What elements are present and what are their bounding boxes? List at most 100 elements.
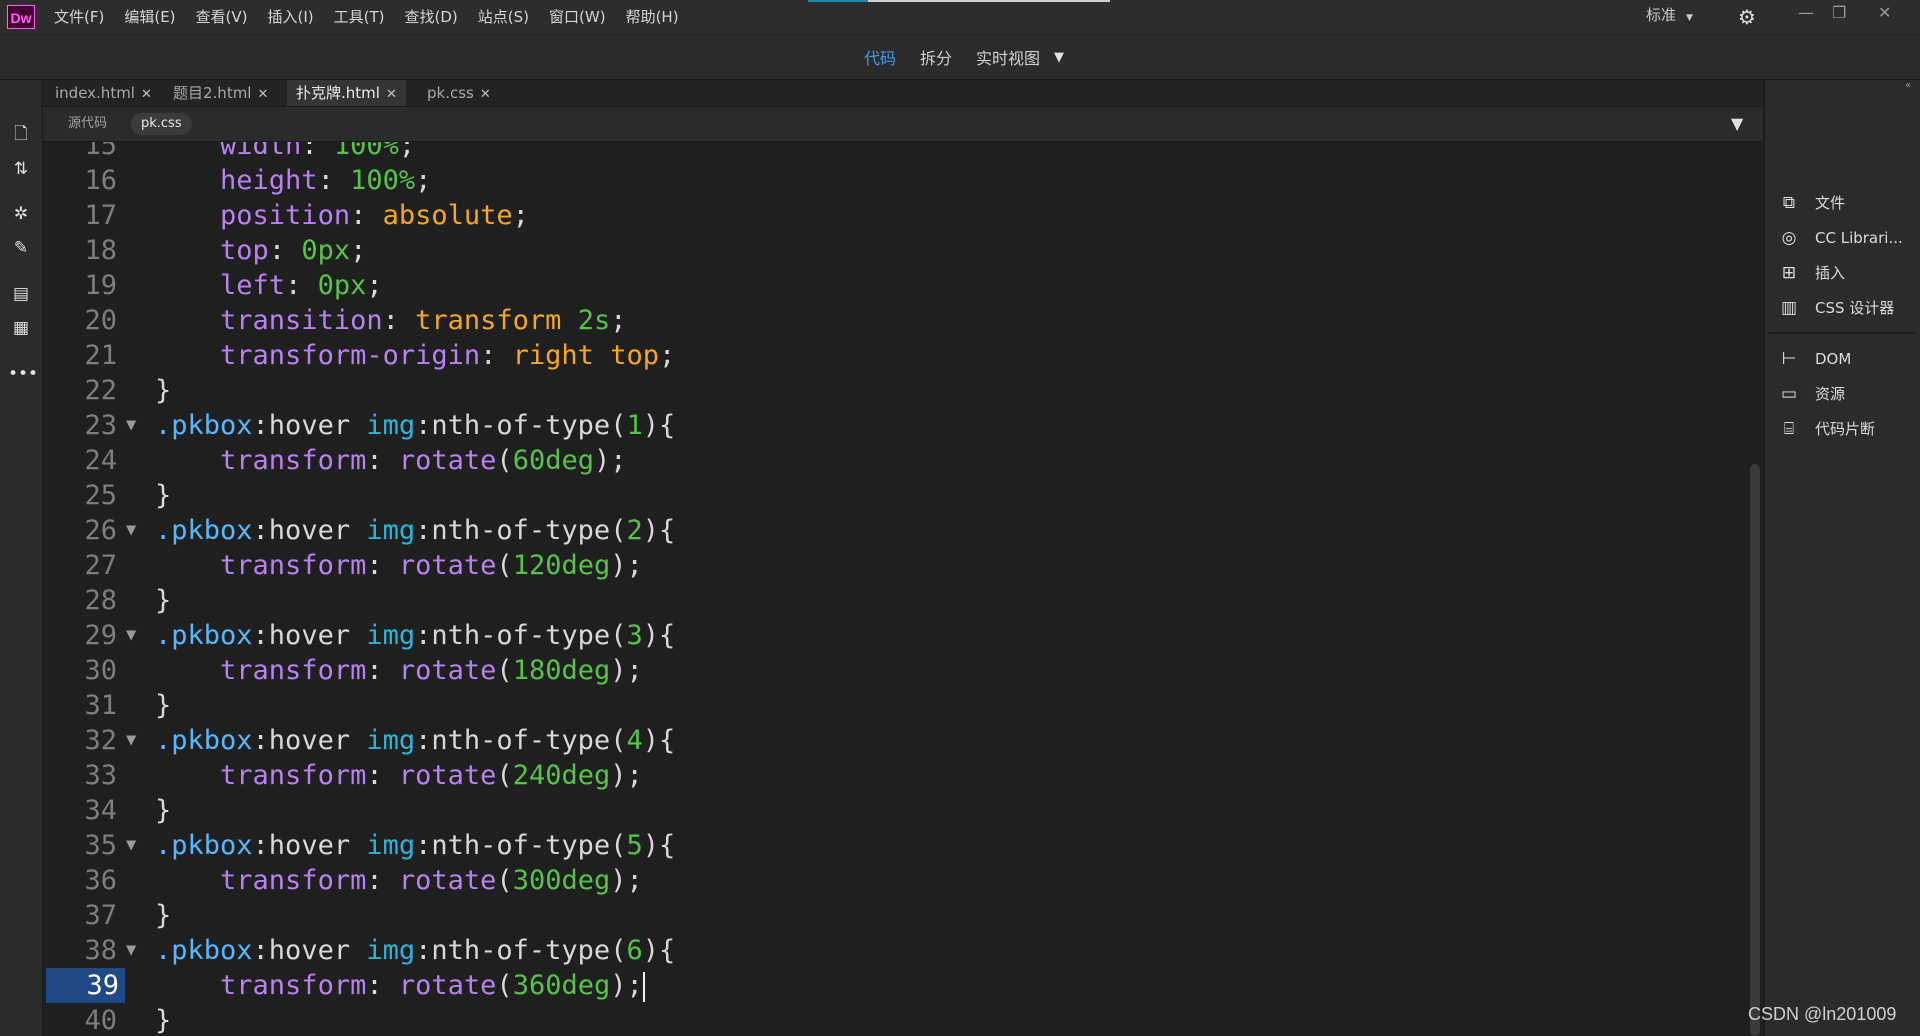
code-text: .pkbox:hover img:nth-of-type(3){ [155,620,676,651]
code-line[interactable]: 30 transform: rotate(180deg); [43,653,1743,688]
view-switcher-bar: 代码 拆分 实时视图 ▼ [0,35,1920,80]
panel-files[interactable]: ⧉ 文件 [1777,188,1845,218]
fold-toggle-icon[interactable]: ▼ [126,933,136,968]
line-number: 21 [84,340,117,371]
code-text: transform: rotate(360deg); [220,970,645,1002]
panel-label: 代码片断 [1815,420,1876,438]
line-number: 36 [84,865,117,896]
code-line[interactable]: 17 position: absolute; [43,198,1743,233]
menu-tools[interactable]: 工具(T) [324,0,395,34]
file-management-icon[interactable]: ⇅ [8,157,34,181]
close-icon[interactable]: ✕ [386,87,397,102]
live-view-dropdown-icon[interactable]: ▼ [1054,50,1064,65]
fold-toggle-icon[interactable]: ▼ [126,723,136,758]
code-line[interactable]: 22} [43,373,1743,408]
code-view-button[interactable]: 代码 [864,45,896,69]
code-line[interactable]: 28} [43,583,1743,618]
format-source-icon[interactable]: ✎ [8,236,34,260]
menu-file[interactable]: 文件(F) [44,0,114,34]
menu-help[interactable]: 帮助(H) [616,0,689,34]
code-line[interactable]: 23 ▼ .pkbox:hover img:nth-of-type(1){ [43,408,1743,443]
tab-index-html[interactable]: index.html ✕ [46,80,161,106]
split-view-button[interactable]: 拆分 [920,45,952,69]
minimize-button[interactable]: — [1798,0,1814,30]
menu-view[interactable]: 查看(V) [186,0,258,34]
chevron-down-icon: ▼ [1686,13,1693,23]
related-files-bar: 源代码 pk.css ▼ [43,107,1763,142]
apply-comment-icon[interactable]: ▤ [8,282,34,306]
code-line[interactable]: 31} [43,688,1743,723]
panel-insert[interactable]: ⊞ 插入 [1777,258,1845,288]
code-line[interactable]: 39 transform: rotate(360deg); [43,968,1743,1003]
code-text: width: 100%; [220,142,416,161]
fold-toggle-icon[interactable]: ▼ [126,618,136,653]
code-line[interactable]: 40} [43,1003,1743,1036]
dreamweaver-logo: Dw [7,5,35,29]
code-line[interactable]: 16 height: 100%; [43,163,1743,198]
code-line[interactable]: 21 transform-origin: right top; [43,338,1743,373]
code-line[interactable]: 37} [43,898,1743,933]
menu-find[interactable]: 查找(D) [395,0,468,34]
code-line[interactable]: 35 ▼ .pkbox:hover img:nth-of-type(5){ [43,828,1743,863]
collapse-panel-icon[interactable]: « [1905,80,1911,91]
code-line[interactable]: 18 top: 0px; [43,233,1743,268]
assets-icon: ▭ [1780,384,1798,404]
line-number: 27 [84,550,117,581]
workspace-label: 标准 [1646,6,1677,24]
menu-edit[interactable]: 编辑(E) [114,0,185,34]
tab-timu2-html[interactable]: 题目2.html ✕ [164,80,277,106]
insert-icon: ⊞ [1781,263,1797,283]
code-line[interactable]: 29 ▼ .pkbox:hover img:nth-of-type(3){ [43,618,1743,653]
panel-cc-libraries[interactable]: ◎ CC Librari... [1777,223,1903,253]
line-number: 37 [84,900,117,931]
open-documents-icon[interactable]: 🗋 [8,122,34,146]
code-line[interactable]: 19 left: 0px; [43,268,1743,303]
close-button[interactable]: ✕ [1878,0,1891,30]
menu-window[interactable]: 窗口(W) [539,0,616,34]
remove-comment-icon[interactable]: ▦ [8,316,34,340]
fold-toggle-icon[interactable]: ▼ [126,513,136,548]
menu-site[interactable]: 站点(S) [468,0,539,34]
code-line[interactable]: 27 transform: rotate(120deg); [43,548,1743,583]
tab-pk-css[interactable]: pk.css ✕ [418,80,500,106]
more-icon[interactable]: ••• [8,362,38,386]
code-line[interactable]: 26 ▼ .pkbox:hover img:nth-of-type(2){ [43,513,1743,548]
code-line[interactable]: 20 transition: transform 2s; [43,303,1743,338]
code-line[interactable]: 15 width: 100%; [43,142,1743,163]
code-editor[interactable]: 15 width: 100%; 16 height: 100%; 17 positi… [43,142,1763,1036]
line-number: 31 [84,690,117,721]
code-line[interactable]: 33 transform: rotate(240deg); [43,758,1743,793]
code-text: transform: rotate(300deg); [220,865,643,896]
code-line[interactable]: 32 ▼ .pkbox:hover img:nth-of-type(4){ [43,723,1743,758]
code-text: } [155,795,172,826]
code-line[interactable]: 36 transform: rotate(300deg); [43,863,1743,898]
tab-pukepai-html[interactable]: 扑克牌.html ✕ [287,80,406,106]
panel-label: 插入 [1815,264,1846,282]
fold-toggle-icon[interactable]: ▼ [126,408,136,443]
related-source-code[interactable]: 源代码 [58,113,117,135]
scrollbar-thumb[interactable] [1750,464,1760,1036]
panel-dom[interactable]: ⊢ DOM [1777,344,1852,374]
live-view-button[interactable]: 实时视图 [976,45,1040,69]
filter-icon[interactable]: ▼ [1731,114,1751,134]
panel-css-designer[interactable]: ▥ CSS 设计器 [1777,293,1894,323]
code-line[interactable]: 25} [43,478,1743,513]
gear-sync-icon[interactable]: ⚙ [1738,5,1756,29]
panel-assets[interactable]: ▭ 资源 [1777,379,1845,409]
close-icon[interactable]: ✕ [141,87,152,102]
workspace-switcher[interactable]: 标准 ▼ [1646,0,1693,33]
close-icon[interactable]: ✕ [480,87,491,102]
panel-snippets[interactable]: ⌸ 代码片断 [1777,414,1875,444]
code-line[interactable]: 34} [43,793,1743,828]
line-number: 39 [46,968,125,1003]
close-icon[interactable]: ✕ [257,87,268,102]
fold-toggle-icon[interactable]: ▼ [126,828,136,863]
code-line[interactable]: 38 ▼ .pkbox:hover img:nth-of-type(6){ [43,933,1743,968]
text-cursor [642,971,645,1002]
title-progress-accent [808,0,868,2]
menu-insert[interactable]: 插入(I) [258,0,324,34]
related-pk-css[interactable]: pk.css [131,113,192,135]
code-line[interactable]: 24 transform: rotate(60deg); [43,443,1743,478]
restore-button[interactable]: ❐ [1832,0,1846,30]
expand-code-icon[interactable]: ✲ [8,202,34,226]
